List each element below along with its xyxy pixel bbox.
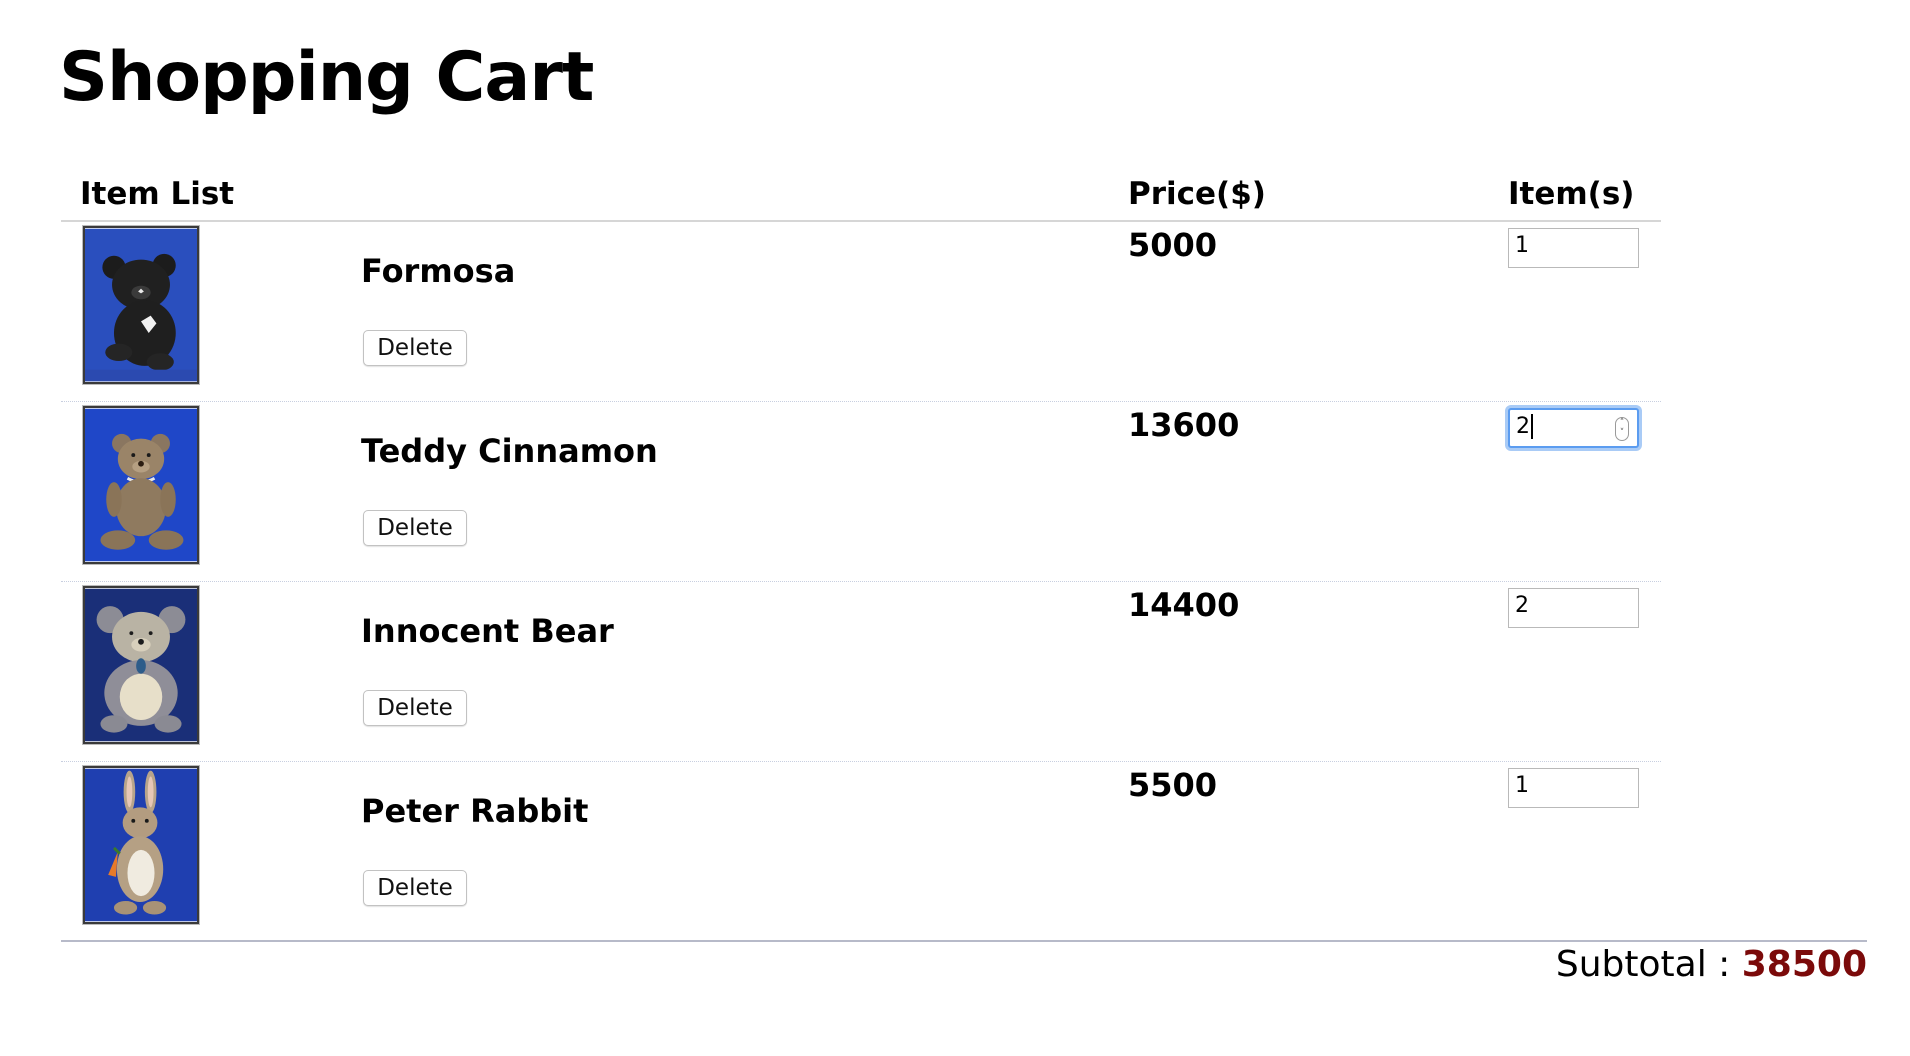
column-header-price: Price($) (1128, 176, 1266, 212)
delete-button[interactable]: Delete (363, 870, 467, 906)
item-name: Formosa (361, 252, 516, 290)
rabbit-plush-photo (83, 766, 199, 924)
quantity-input[interactable]: 2 ˄ ˅ (1508, 408, 1639, 448)
delete-button[interactable]: Delete (363, 330, 467, 366)
item-name: Innocent Bear (361, 612, 614, 650)
delete-button[interactable]: Delete (363, 510, 467, 546)
column-header-quantity: Item(s) (1508, 176, 1635, 212)
item-price: 5000 (1128, 226, 1218, 264)
cart-row-teddy-cinnamon: Teddy Cinnamon Delete 13600 2 ˄ ˅ (61, 402, 1661, 582)
subtotal-value: 38500 (1741, 944, 1867, 985)
quantity-input[interactable]: 2 (1508, 588, 1639, 628)
shopping-cart-page: Shopping Cart Item List Price($) Item(s)… (0, 0, 1910, 1056)
grey-teddy-bear-photo (83, 586, 199, 744)
cart-row-peter-rabbit: Peter Rabbit Delete 5500 1 (61, 762, 1661, 942)
black-teddy-bear-photo (83, 226, 199, 384)
subtotal-label: Subtotal : (1555, 944, 1742, 985)
item-name: Teddy Cinnamon (361, 432, 658, 470)
item-price: 5500 (1128, 766, 1218, 804)
quantity-input[interactable]: 1 (1508, 228, 1639, 268)
quantity-stepper[interactable]: ˄ ˅ (1615, 417, 1629, 441)
quantity-value: 2 (1516, 414, 1530, 439)
quantity-input[interactable]: 1 (1508, 768, 1639, 808)
item-price: 13600 (1128, 406, 1240, 444)
delete-button[interactable]: Delete (363, 690, 467, 726)
text-caret (1531, 414, 1533, 439)
subtotal: Subtotal : 38500 (1556, 944, 1867, 985)
item-name: Peter Rabbit (361, 792, 589, 830)
item-price: 14400 (1128, 586, 1240, 624)
cart-row-formosa: Formosa Delete 5000 1 (61, 222, 1661, 402)
column-header-item-list: Item List (80, 176, 235, 212)
page-title: Shopping Cart (59, 38, 594, 117)
brown-teddy-bear-photo (83, 406, 199, 564)
cart-row-innocent-bear: Innocent Bear Delete 14400 2 (61, 582, 1661, 762)
subtotal-divider (61, 940, 1867, 942)
